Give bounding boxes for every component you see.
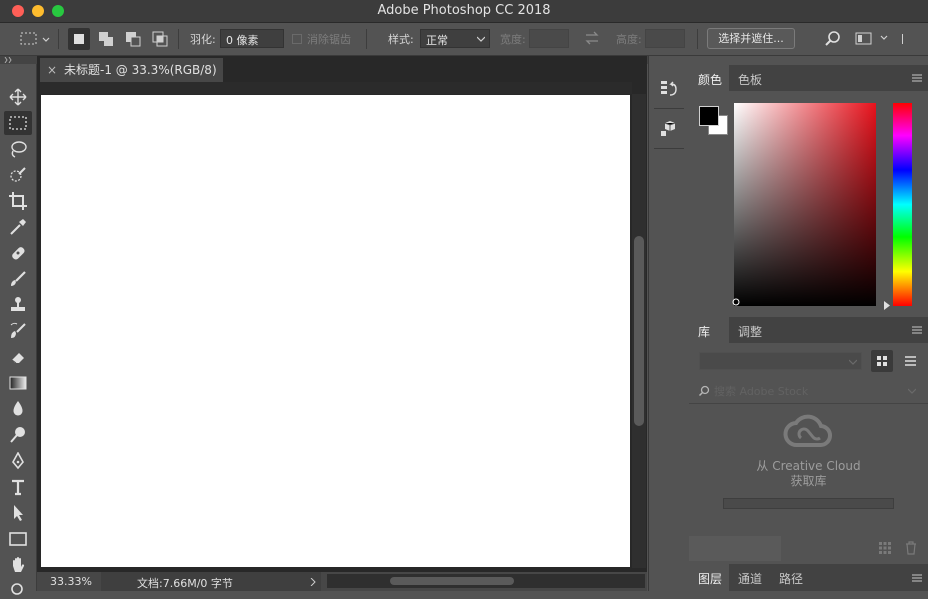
library-progress-bar (723, 498, 894, 509)
tab-libraries[interactable]: 库 (689, 317, 729, 343)
clone-stamp-tool-icon[interactable] (4, 293, 32, 317)
double-chevron-icon[interactable] (4, 57, 14, 63)
chevron-down-icon (477, 36, 485, 42)
horizontal-scroll-thumb[interactable] (390, 577, 514, 585)
history-brush-tool-icon[interactable] (4, 319, 32, 343)
right-panel-dock: 颜色 色板 库 调整 搜索 Adobe Stock 从 Creative Clo… (689, 56, 928, 591)
chevron-right-icon (310, 578, 316, 586)
cc-message-line2: 获取库 (790, 474, 827, 488)
search-icon[interactable] (824, 30, 842, 51)
select-and-mask-button[interactable]: 选择并遮住... (707, 28, 795, 49)
hand-tool-icon[interactable] (4, 553, 32, 577)
pen-tool-icon[interactable] (4, 449, 32, 473)
library-footer-area (689, 536, 781, 561)
feather-label: 羽化: (190, 33, 216, 46)
width-label: 宽度: (500, 33, 526, 46)
marquee-tool-icon[interactable] (4, 111, 32, 135)
style-select-value: 正常 (426, 34, 448, 47)
grid-view-button[interactable] (871, 350, 893, 372)
tab-paths[interactable]: 路径 (779, 570, 803, 587)
height-input[interactable] (645, 29, 685, 48)
feather-input[interactable]: 0 像素 (220, 29, 284, 48)
hue-slider[interactable] (893, 103, 912, 306)
move-tool-icon[interactable] (4, 85, 32, 109)
layers-panel-header: 图层 通道 路径 (689, 564, 928, 591)
gradient-tool-icon[interactable] (4, 371, 32, 395)
tab-libraries-label: 库 (698, 325, 711, 339)
status-bar: 33.33% 文档:7.66M/0 字节 (37, 572, 647, 591)
vertical-scroll-thumb[interactable] (634, 236, 644, 426)
close-tab-icon[interactable]: × (47, 58, 57, 82)
chevron-down-icon (849, 359, 857, 365)
eraser-tool-icon[interactable] (4, 345, 32, 369)
tab-swatches[interactable]: 色板 (738, 71, 762, 88)
canvas[interactable] (41, 95, 630, 567)
lasso-tool-icon[interactable] (4, 137, 32, 161)
healing-brush-tool-icon[interactable] (4, 241, 32, 265)
tab-layers[interactable]: 图层 (689, 564, 729, 591)
antialias-label: 消除锯齿 (307, 33, 351, 46)
swap-icon[interactable] (584, 31, 600, 48)
type-tool-icon[interactable] (4, 475, 32, 499)
doc-info-field[interactable]: 文档:7.66M/0 字节 (101, 572, 321, 591)
height-label: 高度: (616, 33, 642, 46)
title-bar: Adobe Photoshop CC 2018 (0, 0, 928, 23)
add-to-selection-button[interactable] (95, 28, 117, 53)
width-input[interactable] (529, 29, 569, 48)
style-label: 样式: (388, 33, 414, 46)
panel-menu-icon[interactable] (912, 574, 922, 582)
grid-options-icon[interactable] (879, 542, 891, 554)
tab-channels[interactable]: 通道 (738, 570, 762, 587)
creative-cloud-icon (783, 414, 832, 447)
marquee-preset-icon[interactable] (20, 31, 50, 50)
antialias-checkbox[interactable] (292, 34, 302, 44)
dodge-tool-icon[interactable] (4, 423, 32, 447)
search-icon (698, 385, 710, 397)
search-stock-input[interactable]: 搜索 Adobe Stock (714, 383, 808, 399)
quick-selection-tool-icon[interactable] (4, 163, 32, 187)
panel-menu-icon[interactable] (912, 326, 922, 334)
zoom-level[interactable]: 33.33% (50, 575, 92, 588)
library-panel-header: 库 调整 (689, 317, 928, 343)
canvas-ruler-gap (40, 82, 632, 94)
tab-adjustments[interactable]: 调整 (738, 323, 762, 340)
options-divider (902, 34, 903, 44)
collapsed-panels-dock (648, 56, 690, 591)
panel-menu-icon[interactable] (912, 74, 922, 82)
document-tab[interactable]: × 未标题-1 @ 33.3%(RGB/8) (40, 58, 223, 82)
color-field[interactable] (734, 103, 876, 306)
hue-slider-handle[interactable] (883, 301, 891, 310)
workspace-icon[interactable] (855, 31, 903, 50)
chevron-down-icon[interactable] (908, 388, 916, 394)
subtract-from-selection-button[interactable] (122, 28, 144, 53)
tab-layers-label: 图层 (698, 572, 723, 586)
3d-panel-icon[interactable] (660, 120, 678, 141)
foreground-color-swatch[interactable] (699, 106, 719, 126)
eyedropper-tool-icon[interactable] (4, 215, 32, 239)
tab-color[interactable]: 颜色 (689, 65, 729, 91)
blur-tool-icon[interactable] (4, 397, 32, 421)
zoom-tool-icon[interactable] (4, 575, 32, 599)
doc-info-text: 文档:7.66M/0 字节 (137, 577, 233, 590)
style-select[interactable]: 正常 (420, 29, 490, 48)
brush-tool-icon[interactable] (4, 267, 32, 291)
library-select[interactable] (699, 352, 862, 370)
history-panel-icon[interactable] (660, 80, 678, 103)
rectangle-tool-icon[interactable] (4, 527, 32, 551)
intersect-selection-button[interactable] (149, 28, 171, 53)
document-tab-title: 未标题-1 @ 33.3%(RGB/8) (64, 63, 217, 77)
tab-color-label: 颜色 (698, 73, 723, 87)
crop-tool-icon[interactable] (4, 189, 32, 213)
color-panel-header: 颜色 色板 (689, 65, 928, 91)
options-bar: 羽化: 0 像素 消除锯齿 样式: 正常 宽度: 高度: 选择并遮住... (0, 23, 928, 56)
new-selection-button[interactable] (68, 28, 90, 50)
window-title: Adobe Photoshop CC 2018 (377, 3, 551, 18)
tools-panel (0, 64, 37, 595)
list-view-button[interactable] (899, 350, 921, 375)
path-selection-tool-icon[interactable] (4, 501, 32, 525)
trash-icon[interactable] (905, 541, 917, 555)
color-picker-marker[interactable] (732, 298, 740, 306)
